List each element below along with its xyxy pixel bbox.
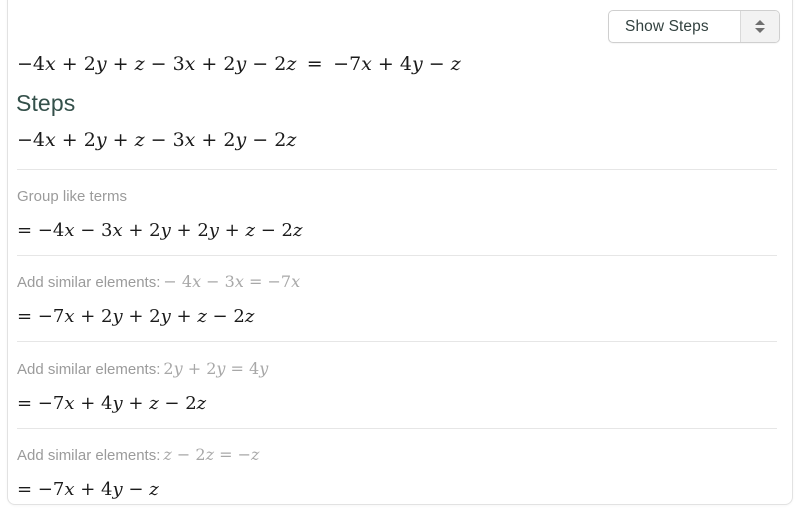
step-label-math: z − 2z = −z bbox=[163, 445, 260, 464]
show-steps-select[interactable]: Show Steps bbox=[608, 10, 780, 43]
step-label: Group like terms bbox=[17, 186, 302, 207]
triangle-up-icon[interactable] bbox=[755, 20, 765, 25]
top-equation-rhs: −7x + 4y − z bbox=[333, 53, 461, 75]
solution-page: Show Steps −4x + 2y + z − 3x + 2y − 2z =… bbox=[0, 0, 800, 514]
step-result: = −7x + 4y + z − 2z bbox=[17, 393, 207, 414]
step-label-text: Add similar elements: bbox=[17, 361, 161, 378]
step-label: Add similar elements: − 4x − 3x = −7x bbox=[17, 272, 300, 293]
step-item: Add similar elements: − 4x − 3x = −7x = −… bbox=[17, 272, 300, 329]
show-steps-label: Show Steps bbox=[625, 17, 709, 35]
divider-4 bbox=[17, 428, 777, 429]
step-label-text: Group like terms bbox=[17, 188, 128, 205]
steps-heading: Steps bbox=[16, 90, 76, 116]
step-item: Add similar elements: 2y + 2y = 4y = −7x … bbox=[17, 359, 268, 416]
step-label-text: Add similar elements: bbox=[17, 274, 161, 291]
step-label: Add similar elements: 2y + 2y = 4y bbox=[17, 359, 268, 380]
show-steps-spinner[interactable] bbox=[740, 11, 779, 42]
step-result: = −4x − 3x + 2y + 2y + z − 2z bbox=[17, 220, 303, 241]
step-result: = −7x + 2y + 2y + z − 2z bbox=[17, 306, 255, 327]
top-equation: −4x + 2y + z − 3x + 2y − 2z = −7x + 4y −… bbox=[17, 52, 461, 78]
divider-2 bbox=[17, 255, 777, 256]
step-item: Group like terms = −4x − 3x + 2y + 2y + … bbox=[17, 186, 302, 243]
step-label: Add similar elements: z − 2z = −z bbox=[17, 445, 259, 466]
step-item: Add similar elements: z − 2z = −z = −7x +… bbox=[17, 445, 259, 502]
divider-3 bbox=[17, 341, 777, 342]
step-label-math: 2y + 2y = 4y bbox=[163, 359, 269, 378]
divider-1 bbox=[17, 169, 777, 170]
step-result: = −7x + 4y − z bbox=[17, 479, 159, 500]
top-equation-equals: = bbox=[306, 53, 323, 75]
step-label-text: Add similar elements: bbox=[17, 447, 161, 464]
top-equation-lhs: −4x + 2y + z − 3x + 2y − 2z bbox=[17, 53, 297, 75]
initial-expression: −4x + 2y + z − 3x + 2y − 2z bbox=[17, 129, 297, 151]
step-label-math: − 4x − 3x = −7x bbox=[163, 272, 301, 291]
triangle-down-icon[interactable] bbox=[755, 28, 765, 33]
